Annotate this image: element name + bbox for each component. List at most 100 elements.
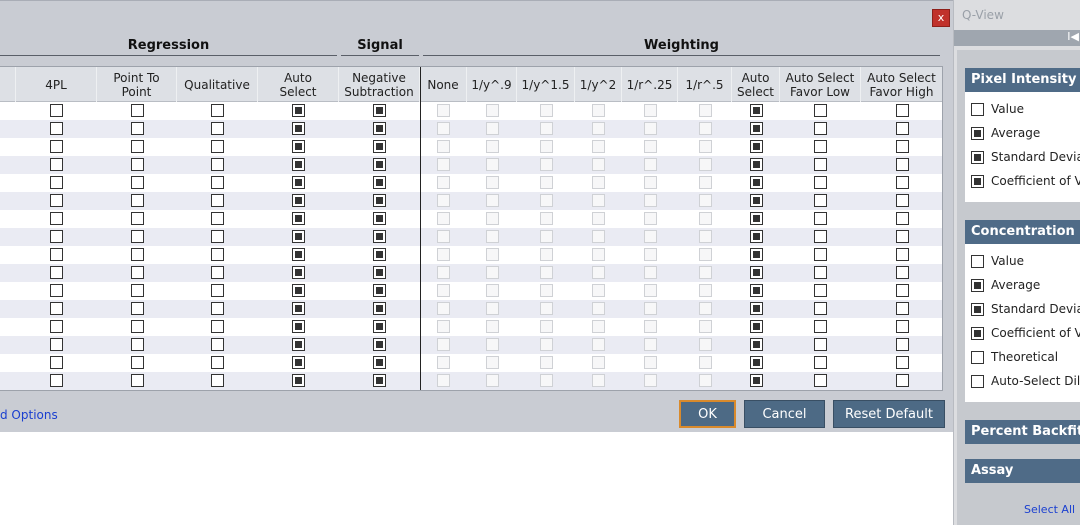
checkbox-w_low[interactable] (814, 158, 827, 171)
header-cell-r5[interactable]: 1/r^.5 (678, 67, 732, 102)
checkbox-w_high[interactable] (896, 356, 909, 369)
checkbox-p2p[interactable] (131, 302, 144, 315)
checkbox-4pl[interactable] (50, 338, 63, 351)
checkbox-p2p[interactable] (131, 176, 144, 189)
checkbox-w_auto[interactable] (750, 122, 763, 135)
checkbox-neg_sub[interactable] (373, 248, 386, 261)
checkbox-w_high[interactable] (896, 104, 909, 117)
checkbox-qual[interactable] (211, 104, 224, 117)
section-header[interactable]: Percent Backfit (965, 420, 1080, 444)
checkbox-qual[interactable] (211, 356, 224, 369)
checkbox-qual[interactable] (211, 284, 224, 297)
header-cell-reg_auto[interactable]: Auto Select (258, 67, 339, 102)
checkbox-reg_auto[interactable] (292, 356, 305, 369)
checkbox-w_auto[interactable] (750, 176, 763, 189)
checkbox-neg_sub[interactable] (373, 320, 386, 333)
checkbox-4pl[interactable] (50, 122, 63, 135)
checkbox-w_high[interactable] (896, 158, 909, 171)
checkbox-reg_auto[interactable] (292, 122, 305, 135)
checkbox-p2p[interactable] (131, 158, 144, 171)
reset-default-button[interactable]: Reset Default (833, 400, 945, 428)
checkbox-w_high[interactable] (896, 230, 909, 243)
checkbox-reg_auto[interactable] (292, 320, 305, 333)
checkbox[interactable] (971, 255, 984, 268)
checkbox[interactable] (971, 103, 984, 116)
checkbox-4pl[interactable] (50, 158, 63, 171)
checkbox-neg_sub[interactable] (373, 356, 386, 369)
checkbox[interactable] (971, 375, 984, 388)
checkbox-4pl[interactable] (50, 176, 63, 189)
header-cell-none[interactable]: None (420, 67, 467, 102)
checkbox-neg_sub[interactable] (373, 176, 386, 189)
header-cell-w_low[interactable]: Auto Select Favor Low (780, 67, 861, 102)
section-header[interactable]: Concentration (965, 220, 1080, 244)
checkbox-neg_sub[interactable] (373, 302, 386, 315)
checkbox-qual[interactable] (211, 230, 224, 243)
checkbox-4pl[interactable] (50, 194, 63, 207)
checkbox-reg_auto[interactable] (292, 266, 305, 279)
advanced-options-link[interactable]: d Options (0, 408, 58, 422)
checkbox-qual[interactable] (211, 374, 224, 387)
checkbox-p2p[interactable] (131, 248, 144, 261)
checkbox[interactable] (971, 151, 984, 164)
checkbox-4pl[interactable] (50, 230, 63, 243)
checkbox-w_high[interactable] (896, 176, 909, 189)
checkbox-w_high[interactable] (896, 122, 909, 135)
checkbox-w_low[interactable] (814, 230, 827, 243)
select-all-link[interactable]: Select All (1024, 503, 1075, 516)
checkbox-reg_auto[interactable] (292, 194, 305, 207)
checkbox-w_low[interactable] (814, 374, 827, 387)
checkbox-p2p[interactable] (131, 284, 144, 297)
checkbox-neg_sub[interactable] (373, 158, 386, 171)
checkbox-w_low[interactable] (814, 338, 827, 351)
checkbox-p2p[interactable] (131, 104, 144, 117)
checkbox-w_auto[interactable] (750, 230, 763, 243)
checkbox-w_low[interactable] (814, 104, 827, 117)
header-cell-y9[interactable]: 1/y^.9 (467, 67, 517, 102)
checkbox-neg_sub[interactable] (373, 122, 386, 135)
header-cell-y2[interactable]: 1/y^2 (575, 67, 622, 102)
checkbox-w_low[interactable] (814, 320, 827, 333)
checkbox-qual[interactable] (211, 158, 224, 171)
checkbox-p2p[interactable] (131, 122, 144, 135)
checkbox-w_high[interactable] (896, 284, 909, 297)
qview-option[interactable]: Auto-Select Dilution (965, 370, 1080, 394)
checkbox-qual[interactable] (211, 320, 224, 333)
checkbox-w_low[interactable] (814, 176, 827, 189)
checkbox-w_high[interactable] (896, 374, 909, 387)
header-cell-qual[interactable]: Qualitative (177, 67, 258, 102)
checkbox-neg_sub[interactable] (373, 284, 386, 297)
close-button[interactable]: x (932, 9, 950, 27)
checkbox-qual[interactable] (211, 122, 224, 135)
checkbox-w_auto[interactable] (750, 194, 763, 207)
qview-option[interactable]: Standard Deviation (965, 146, 1080, 170)
checkbox-reg_auto[interactable] (292, 284, 305, 297)
checkbox-neg_sub[interactable] (373, 338, 386, 351)
qview-option[interactable]: Average (965, 122, 1080, 146)
checkbox-4pl[interactable] (50, 356, 63, 369)
checkbox-qual[interactable] (211, 302, 224, 315)
checkbox-neg_sub[interactable] (373, 266, 386, 279)
checkbox-qual[interactable] (211, 248, 224, 261)
checkbox-w_auto[interactable] (750, 302, 763, 315)
checkbox-reg_auto[interactable] (292, 140, 305, 153)
checkbox[interactable] (971, 327, 984, 340)
checkbox-neg_sub[interactable] (373, 104, 386, 117)
checkbox-4pl[interactable] (50, 212, 63, 225)
checkbox-neg_sub[interactable] (373, 374, 386, 387)
checkbox[interactable] (971, 303, 984, 316)
checkbox-neg_sub[interactable] (373, 194, 386, 207)
checkbox-4pl[interactable] (50, 104, 63, 117)
checkbox-4pl[interactable] (50, 266, 63, 279)
checkbox-p2p[interactable] (131, 140, 144, 153)
checkbox-p2p[interactable] (131, 338, 144, 351)
checkbox-w_high[interactable] (896, 320, 909, 333)
checkbox-qual[interactable] (211, 140, 224, 153)
checkbox-w_auto[interactable] (750, 266, 763, 279)
checkbox-reg_auto[interactable] (292, 302, 305, 315)
header-cell-4pl[interactable]: 4PL (16, 67, 97, 102)
checkbox-neg_sub[interactable] (373, 140, 386, 153)
checkbox-w_auto[interactable] (750, 320, 763, 333)
checkbox-w_high[interactable] (896, 212, 909, 225)
checkbox[interactable] (971, 351, 984, 364)
